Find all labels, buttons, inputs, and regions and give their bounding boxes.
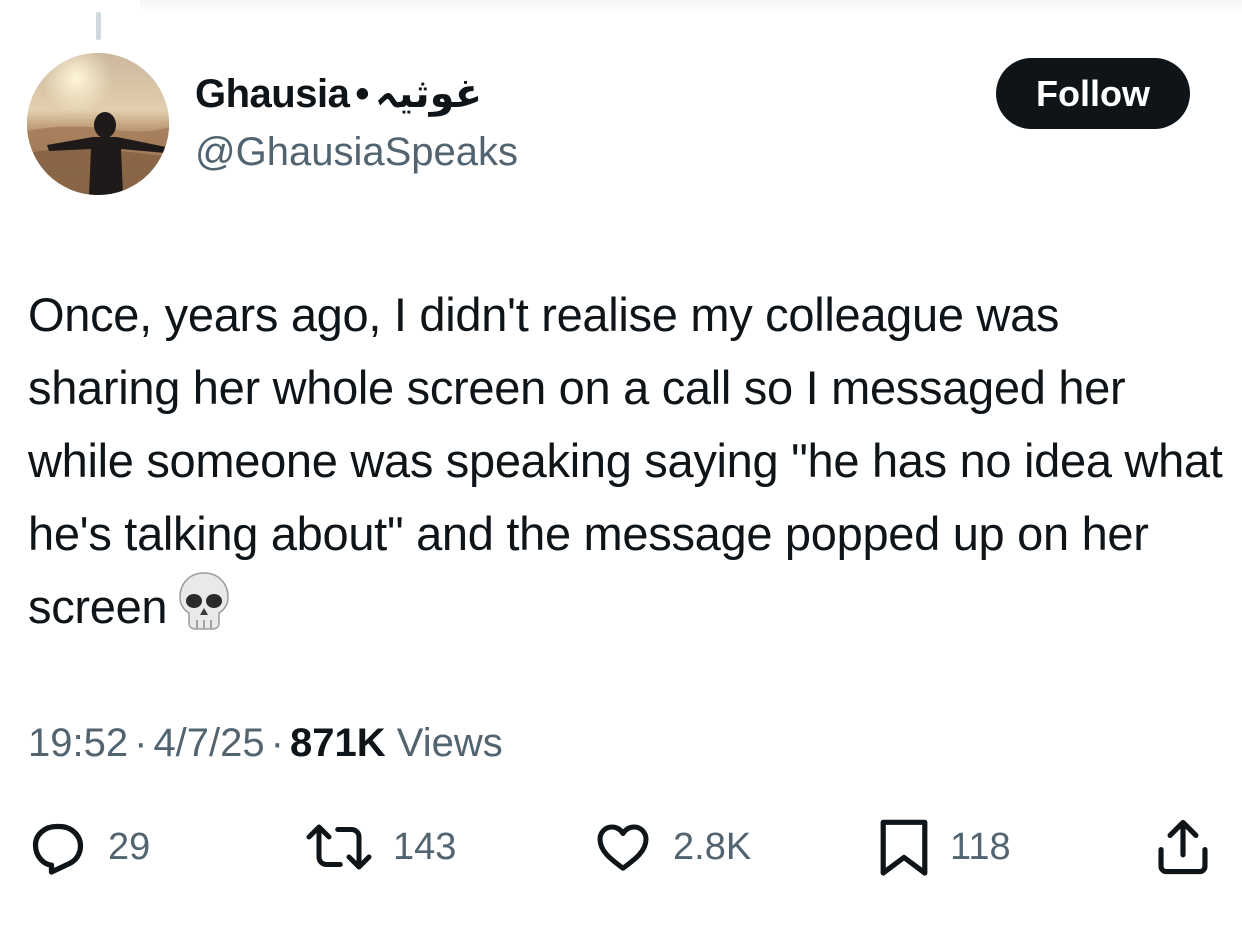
tweet-date[interactable]: 4/7/25 <box>153 721 264 765</box>
meta-separator: · <box>134 721 148 765</box>
retweet-icon <box>306 824 372 870</box>
display-name-arabic: غوثیہ <box>374 72 483 116</box>
share-button[interactable] <box>1152 812 1214 882</box>
follow-button[interactable]: Follow <box>996 58 1190 129</box>
top-divider <box>140 0 1242 14</box>
bookmark-button[interactable]: 118 <box>878 812 1011 882</box>
avatar[interactable] <box>27 53 169 195</box>
tweet-time[interactable]: 19:52 <box>28 721 128 765</box>
reply-count: 29 <box>108 825 151 868</box>
user-handle[interactable]: @GhausiaSpeaks <box>195 128 518 176</box>
skull-emoji <box>177 571 231 651</box>
views-label: Views <box>396 721 503 765</box>
tweet-meta: 19:52 · 4/7/25 · 871K Views <box>28 718 503 768</box>
share-icon <box>1158 819 1208 875</box>
meta-separator: · <box>270 721 284 765</box>
display-name-text: Ghausia <box>195 72 350 116</box>
retweet-button[interactable]: 143 <box>305 812 456 882</box>
retweet-count: 143 <box>393 825 457 868</box>
like-count: 2.8K <box>673 825 752 868</box>
thread-line <box>96 12 101 40</box>
views-count: 871K <box>289 721 386 765</box>
bookmark-count: 118 <box>950 825 1011 868</box>
name-separator: • <box>355 72 369 116</box>
heart-icon <box>597 824 649 871</box>
display-name[interactable]: Ghausia • غوثیہ <box>195 70 483 118</box>
reply-button[interactable]: 29 <box>28 812 150 882</box>
like-button[interactable]: 2.8K <box>593 812 751 882</box>
tweet-card: Ghausia • غوثیہ @GhausiaSpeaks Follow Once… <box>0 0 1242 948</box>
reply-icon <box>32 823 84 875</box>
bookmark-icon <box>880 819 928 876</box>
tweet-body: Once, years ago, I didn't realise my col… <box>28 278 1223 651</box>
